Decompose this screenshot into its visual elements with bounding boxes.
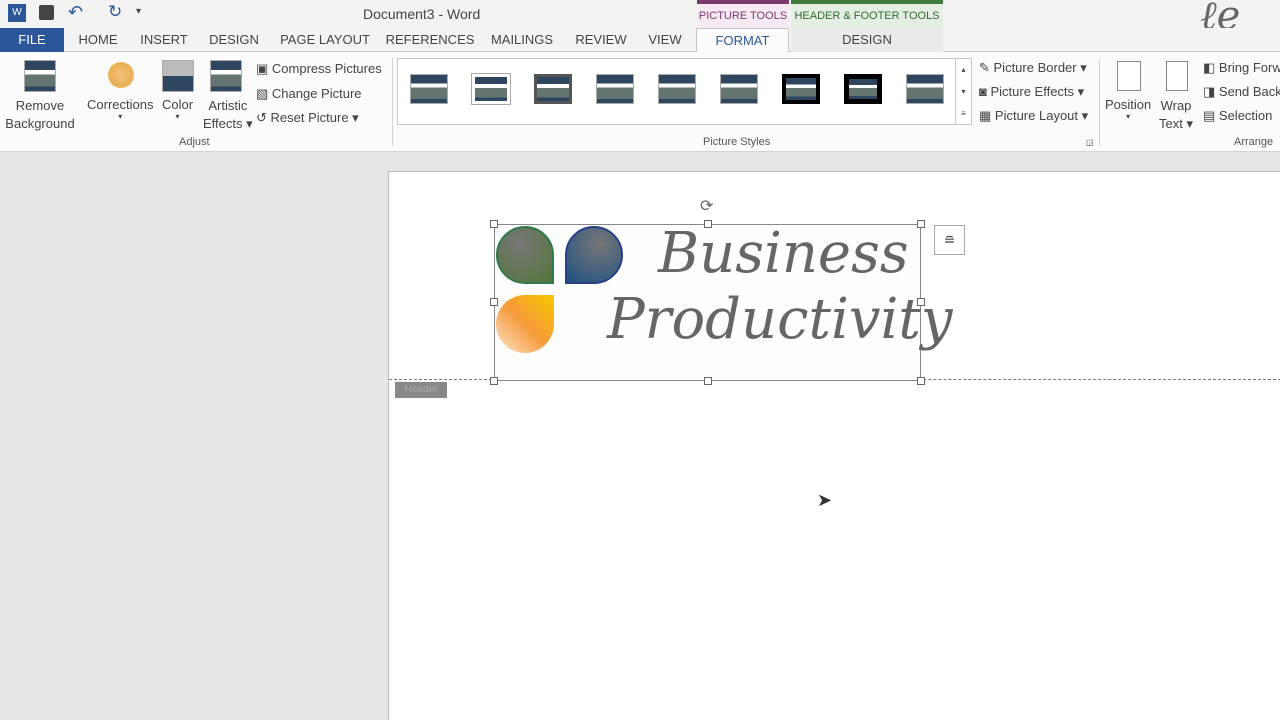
wrap-text-button[interactable]: Wrap Text ▾ xyxy=(1159,97,1193,133)
window-title: Document3 - Word xyxy=(363,6,481,22)
resize-handle[interactable] xyxy=(917,377,925,385)
wrap-text-icon xyxy=(1166,61,1188,91)
picture-layout-button[interactable]: ▦ Picture Layout ▾ xyxy=(979,108,1088,124)
tab-mailings[interactable]: MAILINGS xyxy=(486,28,558,52)
label: Send Back xyxy=(1218,84,1280,99)
arrange-group-label: Arrange xyxy=(1234,136,1274,148)
picture-styles-group-label: Picture Styles xyxy=(703,136,771,148)
resize-handle[interactable] xyxy=(917,220,925,228)
label: Artistic xyxy=(208,98,248,113)
resize-handle[interactable] xyxy=(490,298,498,306)
label: Change Picture xyxy=(271,86,362,101)
send-backward-button[interactable]: ◨ Send Back xyxy=(1203,84,1280,100)
green-drop xyxy=(496,226,554,284)
word-icon[interactable]: W xyxy=(8,4,26,22)
layout-options-icon[interactable]: ≘ xyxy=(934,225,965,255)
compress-pictures-button[interactable]: ▣ Compress Pictures xyxy=(256,61,382,77)
adjust-group-label: Adjust xyxy=(179,136,210,148)
tab-hf-design[interactable]: DESIGN xyxy=(791,28,943,52)
logo-line-1: Business xyxy=(658,221,909,286)
label: Wrap xyxy=(1160,98,1192,113)
logo-line-2: Productivity xyxy=(607,287,953,352)
tab-page-layout[interactable]: PAGE LAYOUT xyxy=(276,28,374,52)
style-thumb[interactable] xyxy=(658,74,696,104)
label: Reset Picture xyxy=(270,110,349,125)
document-page[interactable]: Header Business Productivity ⟳ ≘ ➤ xyxy=(388,171,1280,720)
label: Bring Forw xyxy=(1218,60,1280,75)
remove-background-button[interactable]: Remove Background xyxy=(5,97,75,133)
resize-handle[interactable] xyxy=(704,377,712,385)
color-button[interactable]: Color ▾ xyxy=(162,97,193,121)
resize-handle[interactable] xyxy=(490,377,498,385)
title-bar: W ↶ ↻ ▾ Document3 - Word PICTURE TOOLS H… xyxy=(0,0,1280,39)
customize-icon[interactable]: ▾ xyxy=(136,6,141,17)
tab-references[interactable]: REFERENCES xyxy=(384,28,476,52)
tab-insert[interactable]: INSERT xyxy=(134,28,194,52)
tab-format[interactable]: FORMAT xyxy=(696,28,789,53)
picture-effects-button[interactable]: ◙ Picture Effects ▾ xyxy=(979,84,1084,100)
tab-file[interactable]: FILE xyxy=(0,28,64,52)
undo-icon[interactable]: ↶ xyxy=(68,2,83,23)
workspace-background xyxy=(0,153,388,720)
change-picture-button[interactable]: ▧ Change Picture xyxy=(256,86,362,102)
style-thumb[interactable] xyxy=(782,74,820,104)
label: Corrections xyxy=(87,97,154,112)
remove-background-icon xyxy=(24,60,56,92)
label: Picture Border xyxy=(993,60,1077,75)
ribbon-tabs: FILE HOME INSERT DESIGN PAGE LAYOUT REFE… xyxy=(0,28,1280,53)
label: Compress Pictures xyxy=(271,61,382,76)
divider xyxy=(392,58,393,146)
artistic-effects-button[interactable]: Artistic Effects ▾ xyxy=(203,97,253,133)
blue-drop xyxy=(565,226,623,284)
redo-icon[interactable]: ↻ xyxy=(108,2,122,22)
corrections-icon xyxy=(108,62,134,88)
style-thumb[interactable] xyxy=(596,74,634,104)
tab-view[interactable]: VIEW xyxy=(642,28,688,52)
label: Selection xyxy=(1218,108,1273,123)
style-thumb[interactable] xyxy=(410,74,448,104)
bring-forward-button[interactable]: ◧ Bring Forw xyxy=(1203,60,1280,76)
picture-tools-label: PICTURE TOOLS xyxy=(697,0,789,28)
label: Color xyxy=(162,97,194,112)
resize-handle[interactable] xyxy=(490,220,498,228)
style-thumb[interactable] xyxy=(906,74,944,104)
dialog-launcher-icon[interactable]: ◲ xyxy=(1086,138,1094,147)
resize-handle[interactable] xyxy=(917,298,925,306)
header-footer-tools-label: HEADER & FOOTER TOOLS xyxy=(791,0,943,28)
tab-design[interactable]: DESIGN xyxy=(204,28,264,52)
style-thumb[interactable] xyxy=(720,74,758,104)
color-icon xyxy=(162,60,194,92)
reset-picture-button[interactable]: ↺ Reset Picture ▾ xyxy=(256,110,359,126)
style-thumb[interactable] xyxy=(844,74,882,104)
resize-handle[interactable] xyxy=(704,220,712,228)
orange-drop xyxy=(496,295,554,353)
mouse-cursor-icon: ➤ xyxy=(817,490,833,510)
gallery-scroll[interactable]: ▴ ▾ ≡ xyxy=(955,59,971,124)
label: Picture Layout xyxy=(994,108,1079,123)
header-tag: Header xyxy=(395,382,447,398)
position-icon xyxy=(1117,61,1141,91)
picture-styles-gallery: ▴ ▾ ≡ xyxy=(397,58,972,125)
tab-review[interactable]: REVIEW xyxy=(570,28,632,52)
style-thumb[interactable] xyxy=(471,73,511,105)
save-icon[interactable] xyxy=(39,5,54,20)
label: Position xyxy=(1105,97,1152,112)
tab-home[interactable]: HOME xyxy=(68,28,128,52)
corrections-button[interactable]: Corrections ▾ xyxy=(87,97,153,121)
selection-pane-button[interactable]: ▤ Selection xyxy=(1203,108,1272,124)
artistic-effects-icon xyxy=(210,60,242,92)
label: Effects xyxy=(203,116,243,131)
divider xyxy=(1099,58,1100,146)
label: Picture Effects xyxy=(990,84,1075,99)
logo-picture[interactable]: Business Productivity xyxy=(494,221,953,381)
label: Background xyxy=(5,116,75,131)
label: Remove xyxy=(15,98,65,113)
picture-border-button[interactable]: ✎ Picture Border ▾ xyxy=(979,60,1087,76)
style-thumb[interactable] xyxy=(534,74,572,104)
rotate-handle-icon[interactable]: ⟳ xyxy=(700,196,713,216)
label: Text xyxy=(1159,116,1183,131)
position-button[interactable]: Position ▾ xyxy=(1105,97,1151,121)
